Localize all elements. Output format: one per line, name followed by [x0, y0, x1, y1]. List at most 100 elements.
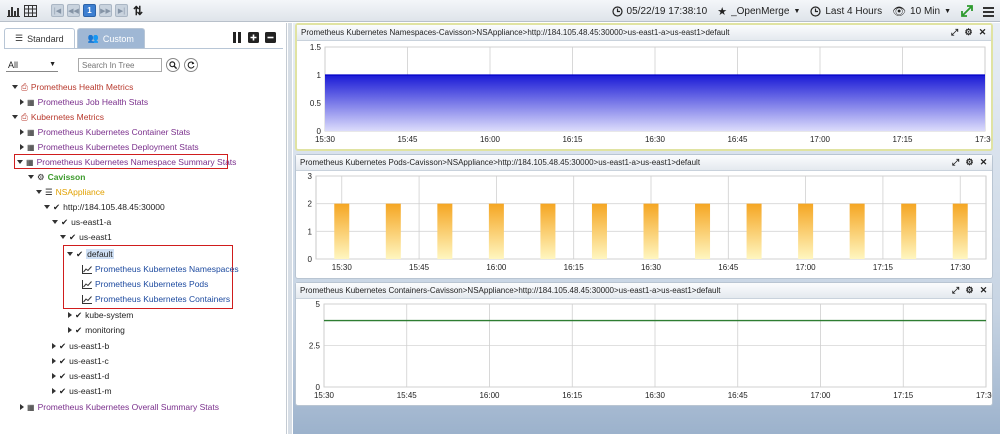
- expand-arrow-icon[interactable]: [68, 327, 72, 333]
- close-icon[interactable]: ✕: [979, 285, 988, 296]
- bar: [695, 203, 711, 259]
- tree-node-kube-system[interactable]: ✔ kube-system: [68, 308, 133, 322]
- panel-header: Prometheus Kubernetes Containers-Cavisso…: [296, 283, 992, 299]
- tree-node-namespace-summary[interactable]: ▦ Prometheus Kubernetes Namespace Summar…: [17, 155, 236, 169]
- datetime-display[interactable]: 05/22/19 17:38:10: [611, 5, 707, 17]
- last-page-icon[interactable]: ▶|: [115, 4, 128, 17]
- tree-panel: ☰ Standard 👥 Custom All ▼ ⎙ Prometheus H…: [0, 23, 287, 434]
- group-icon: ▦: [26, 157, 34, 167]
- tree-node-kubernetes-metrics[interactable]: ⎙ Kubernetes Metrics: [12, 110, 104, 124]
- interval-menu[interactable]: 👁 10 Min ▼: [892, 5, 951, 18]
- tree-node-us-east1-c[interactable]: ✔ us-east1-c: [52, 354, 109, 368]
- expand-arrow-icon[interactable]: [68, 312, 72, 318]
- collapse-arrow-icon[interactable]: [36, 190, 42, 194]
- splitter[interactable]: [288, 23, 292, 434]
- favorite-menu[interactable]: ★ _OpenMerge ▼: [717, 5, 800, 18]
- tree-node-monitoring[interactable]: ✔ monitoring: [68, 323, 125, 337]
- tree-node-job-health[interactable]: ▦ Prometheus Job Health Stats: [20, 95, 148, 109]
- y-tick-label: 5: [316, 300, 321, 309]
- expand-arrow-icon[interactable]: [52, 343, 56, 349]
- x-tick-label: 16:45: [727, 135, 748, 144]
- tree-node-cavisson[interactable]: ⚙ Cavisson: [28, 170, 85, 184]
- tab-standard[interactable]: ☰ Standard: [4, 28, 75, 48]
- caret-down-icon: ▼: [49, 61, 56, 68]
- tree-node-us-east1-d[interactable]: ✔ us-east1-d: [52, 369, 109, 383]
- tree-node-deployment-stats[interactable]: ▦ Prometheus Kubernetes Deployment Stats: [20, 140, 199, 154]
- collapse-arrow-icon[interactable]: [28, 175, 34, 179]
- sort-icon[interactable]: ⇅: [131, 4, 145, 18]
- charts-area: Prometheus Kubernetes Namespaces-Cavisso…: [293, 23, 1000, 434]
- tree-leaf-namespaces[interactable]: Prometheus Kubernetes Namespaces: [82, 262, 239, 276]
- collapse-arrow-icon[interactable]: [52, 220, 58, 224]
- gear-icon[interactable]: ⚙: [964, 27, 973, 38]
- gear-icon[interactable]: ⚙: [965, 285, 974, 296]
- next-page-icon[interactable]: ▶▶: [99, 4, 112, 17]
- expand-arrow-icon[interactable]: [20, 144, 24, 150]
- expand-arrow-icon[interactable]: [20, 99, 24, 105]
- eye-icon: 👁: [892, 5, 907, 18]
- close-icon[interactable]: ✕: [978, 27, 987, 38]
- clock-icon: [611, 5, 623, 17]
- expand-icon[interactable]: ⤢: [951, 285, 960, 296]
- tree-node-us-east1-m[interactable]: ✔ us-east1-m: [52, 384, 112, 398]
- group-icon: ▦: [27, 127, 35, 137]
- check-icon: ✔: [53, 201, 61, 212]
- expand-arrow-icon[interactable]: [20, 404, 24, 410]
- tree-node-overall-summary[interactable]: ▦ Prometheus Kubernetes Overall Summary …: [20, 400, 219, 414]
- line-chart: 52.5015:30 15:45 16:00 16:15 16:30 16:45 17:00…: [309, 300, 992, 400]
- y-tick-label: 2.5: [309, 342, 321, 351]
- tree-node-us-east1-b[interactable]: ✔ us-east1-b: [52, 339, 109, 353]
- collapse-arrow-icon[interactable]: [12, 115, 18, 119]
- expand-icon[interactable]: ⤢: [950, 27, 959, 38]
- caret-down-icon: ▼: [944, 7, 951, 15]
- tree-node-nsappliance[interactable]: ☰ NSAppliance: [36, 185, 105, 199]
- x-tick-label: 15:45: [397, 135, 418, 144]
- collapse-arrow-icon[interactable]: [67, 252, 73, 256]
- collapse-arrow-icon[interactable]: [17, 160, 23, 164]
- list-icon: ☰: [15, 33, 24, 43]
- filter-select[interactable]: All ▼: [6, 58, 58, 72]
- clock-icon: [810, 5, 821, 17]
- tree-node-us-east1[interactable]: ✔ us-east1: [60, 230, 112, 244]
- collapse-arrow-icon[interactable]: [60, 235, 66, 239]
- x-tick-label: 17:30: [975, 135, 991, 144]
- tree-node-health-metrics[interactable]: ⎙ Prometheus Health Metrics: [12, 80, 133, 94]
- expand-arrow-icon[interactable]: [20, 129, 24, 135]
- bar: [746, 203, 762, 259]
- collapse-arrow-icon[interactable]: [12, 85, 18, 89]
- tree-node-host[interactable]: ✔ http://184.105.48.45:30000: [44, 200, 165, 214]
- y-tick-label: 0.5: [310, 99, 322, 108]
- grid-icon[interactable]: [23, 4, 37, 18]
- bar-chart-icon[interactable]: [6, 4, 20, 18]
- minus-icon[interactable]: [265, 32, 276, 43]
- x-tick-label: 16:15: [564, 263, 585, 272]
- first-page-icon[interactable]: |◀: [51, 4, 64, 17]
- tree-leaf-containers[interactable]: Prometheus Kubernetes Containers: [82, 292, 230, 306]
- expand-arrow-icon[interactable]: [52, 358, 56, 364]
- gear-icon[interactable]: ⚙: [965, 157, 974, 168]
- tree-leaf-pods[interactable]: Prometheus Kubernetes Pods: [82, 277, 208, 291]
- page-number[interactable]: 1: [83, 4, 96, 17]
- tree-node-default[interactable]: ✔ default: [67, 247, 114, 261]
- expand-icon[interactable]: ⤢: [951, 157, 960, 168]
- search-icon[interactable]: [166, 58, 180, 72]
- refresh-icon[interactable]: [184, 58, 198, 72]
- tree-node-us-east1-a[interactable]: ✔ us-east1-a: [52, 215, 111, 229]
- list-icon[interactable]: [983, 6, 994, 17]
- time-range-menu[interactable]: Last 4 Hours: [810, 6, 882, 17]
- prev-page-icon[interactable]: ◀◀: [67, 4, 80, 17]
- close-icon[interactable]: ✕: [979, 157, 988, 168]
- plus-icon[interactable]: [248, 32, 259, 43]
- bar: [591, 203, 607, 259]
- expand-icon[interactable]: [961, 5, 973, 17]
- y-tick-label: 3: [308, 172, 313, 181]
- collapse-arrow-icon[interactable]: [44, 205, 50, 209]
- expand-arrow-icon[interactable]: [52, 388, 56, 394]
- tab-custom[interactable]: 👥 Custom: [76, 28, 145, 48]
- expand-arrow-icon[interactable]: [52, 373, 56, 379]
- x-tick-label: 17:15: [893, 391, 914, 400]
- pause-icon[interactable]: [231, 32, 242, 43]
- search-tree-input[interactable]: [78, 58, 162, 72]
- check-icon: ✔: [59, 370, 67, 381]
- tree-node-container-stats[interactable]: ▦ Prometheus Kubernetes Container Stats: [20, 125, 190, 139]
